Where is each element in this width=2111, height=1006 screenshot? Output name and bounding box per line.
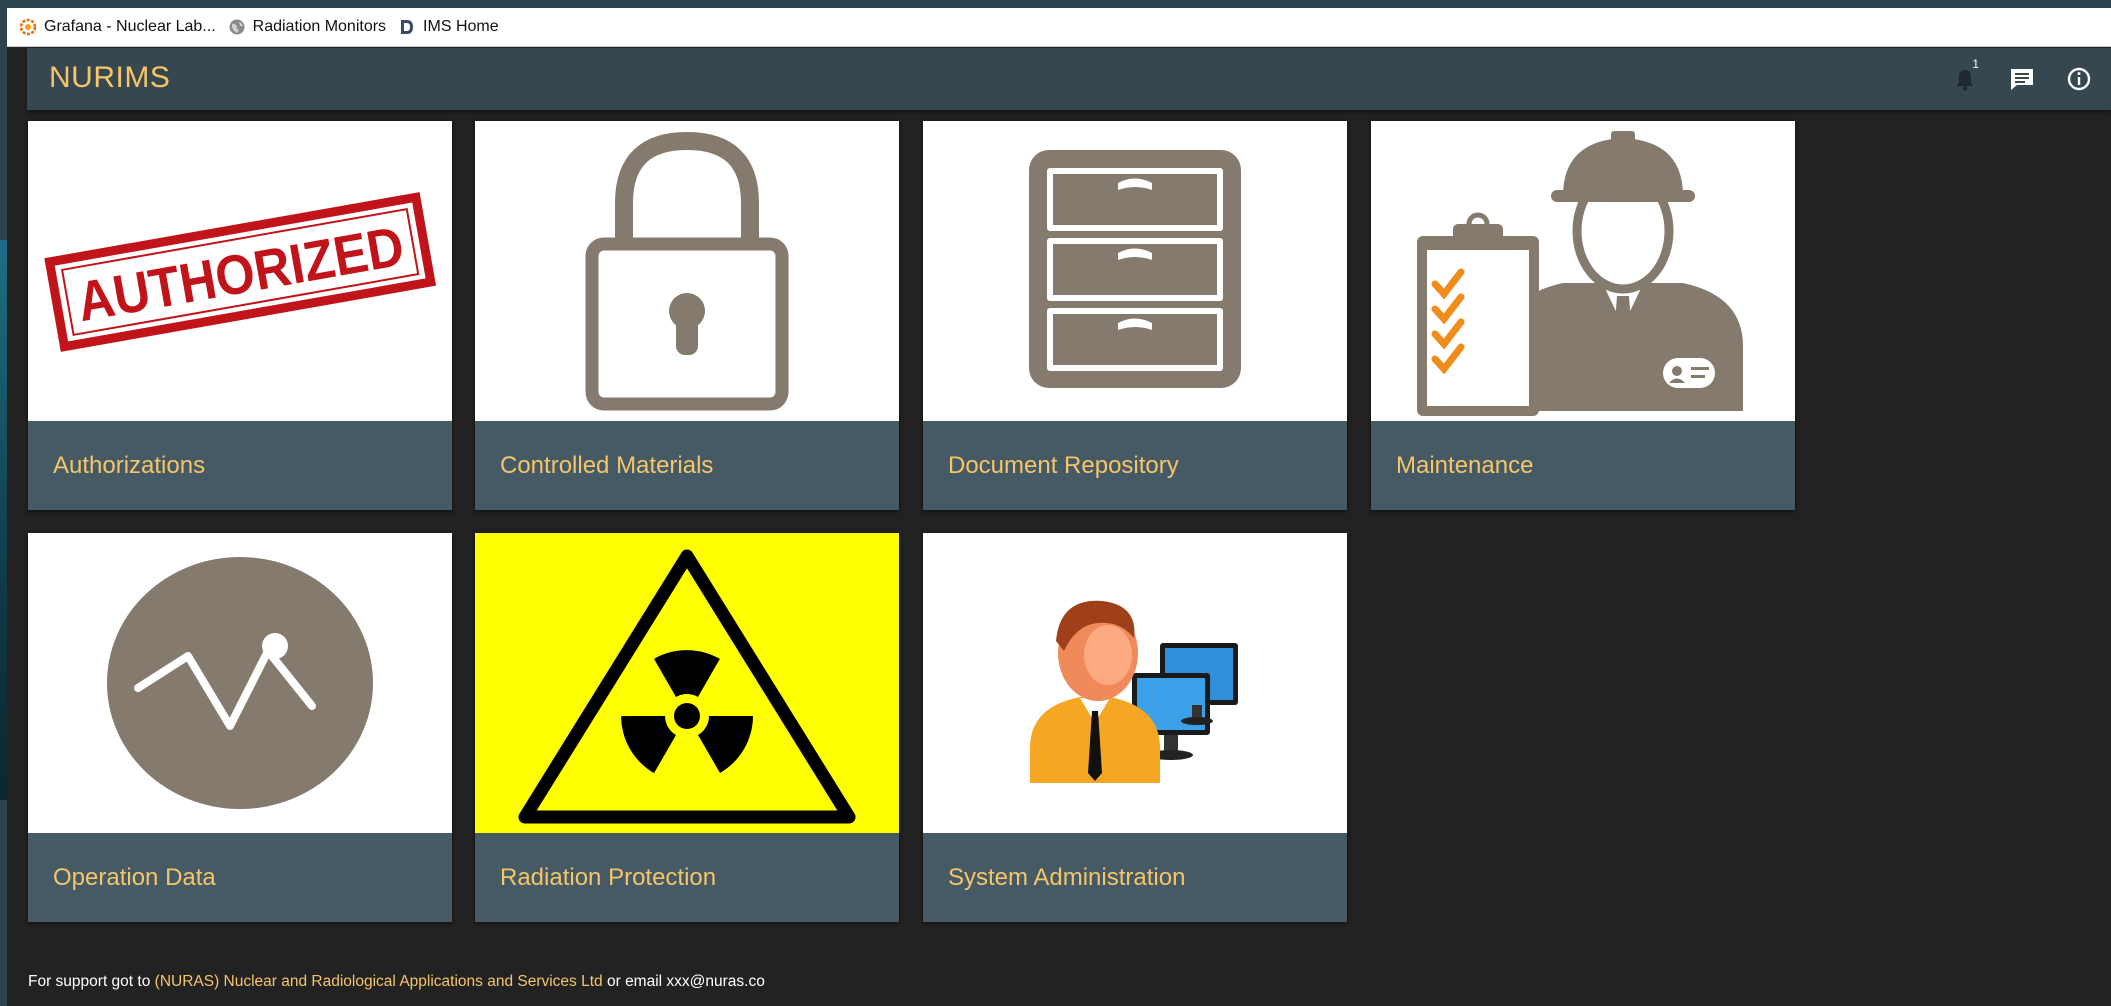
notification-count-badge: 1 (1972, 57, 1979, 71)
bookmark-ims-home[interactable]: IMS Home (398, 12, 499, 42)
radiation-warning-icon (518, 549, 856, 824)
tile-label: Operation Data (28, 833, 452, 922)
support-footer: For support got to (NURAS) Nuclear and R… (28, 973, 765, 991)
line-graph-icon (107, 556, 373, 809)
padlock-icon (585, 131, 789, 411)
tile-document-repository[interactable]: Document Repository (923, 121, 1347, 510)
footer-prefix: For support got to (28, 973, 155, 990)
bookmark-label: Grafana - Nuclear Lab... (44, 18, 216, 35)
footer-email-text: or email xxx@nuras.co (602, 973, 765, 990)
dokuwiki-icon (399, 19, 416, 35)
filing-cabinet-icon (1029, 150, 1241, 388)
tile-radiation-protection[interactable]: Radiation Protection (475, 533, 899, 922)
tile-image: AUTHORIZED (28, 121, 452, 421)
tile-label: Document Repository (923, 421, 1347, 510)
tile-operation-data[interactable]: Operation Data (28, 533, 452, 922)
tile-image (475, 533, 899, 833)
globe-icon (229, 19, 245, 35)
engineer-checklist-icon (1417, 131, 1743, 416)
info-icon (2067, 67, 2091, 91)
grafana-icon (19, 18, 37, 36)
info-button[interactable] (2063, 63, 2095, 95)
tile-label: System Administration (923, 833, 1347, 922)
bookmark-grafana[interactable]: Grafana - Nuclear Lab... (19, 12, 216, 42)
tile-label: Controlled Materials (475, 421, 899, 510)
tile-image (475, 121, 899, 421)
tile-image (923, 533, 1347, 833)
app-title[interactable]: NURIMS (49, 61, 170, 95)
tile-system-administration[interactable]: System Administration (923, 533, 1347, 922)
tile-label: Maintenance (1371, 421, 1795, 510)
app-header: NURIMS 1 (27, 48, 2111, 110)
tile-label: Radiation Protection (475, 833, 899, 922)
tile-authorizations[interactable]: AUTHORIZED Authorizations (28, 121, 452, 510)
browser-window: Grafana - Nuclear Lab... Radiation Monit… (7, 8, 2111, 1006)
bookmark-label: IMS Home (423, 18, 499, 35)
notifications-button[interactable]: 1 (1949, 57, 1981, 95)
tile-image (1371, 121, 1795, 421)
bookmarks-bar: Grafana - Nuclear Lab... Radiation Monit… (7, 8, 2111, 47)
tile-label: Authorizations (28, 421, 452, 510)
support-org-link[interactable]: (NURAS) Nuclear and Radiological Applica… (155, 973, 603, 990)
tile-controlled-materials[interactable]: Controlled Materials (475, 121, 899, 510)
header-actions: 1 (1924, 57, 2095, 95)
bookmark-label: Radiation Monitors (252, 18, 387, 35)
chat-icon (2011, 69, 2033, 90)
tile-image (923, 121, 1347, 421)
tile-maintenance[interactable]: Maintenance (1371, 121, 1795, 510)
bookmark-radiation-monitors[interactable]: Radiation Monitors (228, 12, 386, 42)
administrator-icon (1030, 600, 1238, 783)
messages-button[interactable] (2006, 63, 2038, 95)
tile-image (28, 533, 452, 833)
authorized-stamp-icon: AUTHORIZED (44, 192, 437, 352)
